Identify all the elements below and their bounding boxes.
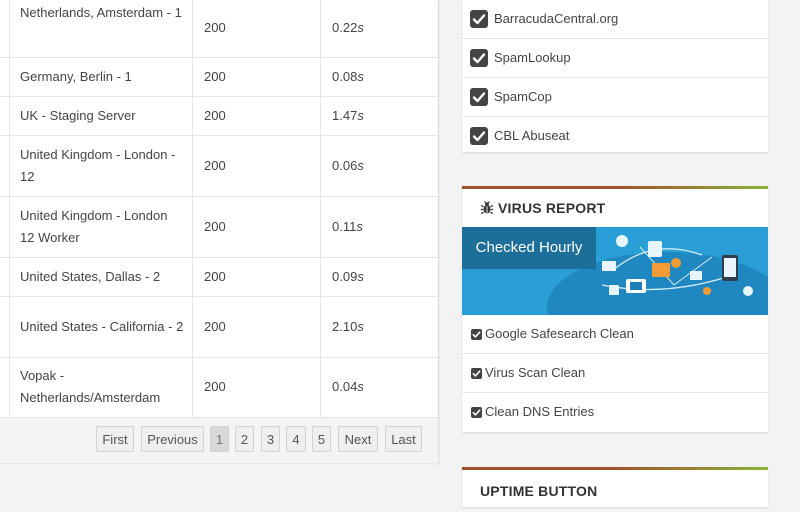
http-status: 200: [192, 0, 321, 58]
virus-report-heading: VIRUS REPORT: [462, 189, 768, 227]
next-page-button[interactable]: Next: [338, 426, 378, 452]
checkbox-checked-icon: [470, 88, 488, 106]
server-location: United States, Dallas - 2: [9, 257, 193, 297]
server-results-table: Netherlands, Amsterdam - 1 200 0.22s Ger…: [0, 0, 438, 418]
banner-tag: Checked Hourly: [462, 227, 596, 269]
table-row: United Kingdom - London - 12 200 0.06s: [0, 135, 438, 197]
server-location: Germany, Berlin - 1: [9, 57, 193, 97]
http-status: 200: [192, 57, 321, 97]
http-status: 200: [192, 257, 321, 297]
table-row: Netherlands, Amsterdam - 1 200 0.22s: [0, 0, 438, 58]
http-status: 200: [192, 357, 321, 418]
previous-page-button[interactable]: Previous: [141, 426, 204, 452]
checkbox-checked-icon: [470, 10, 488, 28]
virus-check-item: Clean DNS Entries: [462, 393, 768, 431]
table-row: UK - Staging Server 200 1.47s: [0, 96, 438, 136]
server-location: United Kingdom - London - 12: [9, 135, 193, 197]
response-time: 0.06s: [320, 135, 438, 197]
uptime-button-panel: UPTIME BUTTON: [462, 467, 768, 507]
virus-check-item: Virus Scan Clean: [462, 354, 768, 393]
http-status: 200: [192, 196, 321, 258]
virus-check-label: Virus Scan Clean: [485, 365, 586, 380]
checked-hourly-banner: Checked Hourly: [462, 227, 768, 315]
bug-icon: [480, 201, 494, 215]
checkbox-checked-icon: [470, 49, 488, 67]
checkbox-checked-icon: [471, 407, 482, 418]
response-time: 0.09s: [320, 257, 438, 297]
virus-check-label: Clean DNS Entries: [485, 404, 595, 419]
virus-check-item: Google Safesearch Clean: [462, 315, 768, 354]
blacklist-label: SpamLookup: [494, 50, 571, 65]
response-time: 0.08s: [320, 57, 438, 97]
server-results-panel: Netherlands, Amsterdam - 1 200 0.22s Ger…: [0, 0, 439, 463]
checkbox-checked-icon: [471, 329, 482, 340]
virus-check-label: Google Safesearch Clean: [485, 326, 634, 341]
http-status: 200: [192, 96, 321, 136]
checkbox-checked-icon: [471, 368, 482, 379]
blacklist-item: CBL Abuseat: [462, 117, 768, 155]
page-3-button[interactable]: 3: [261, 426, 280, 452]
page-1-button[interactable]: 1: [210, 426, 229, 452]
http-status: 200: [192, 135, 321, 197]
page-4-button[interactable]: 4: [286, 426, 306, 452]
blacklist-label: SpamCop: [494, 89, 552, 104]
table-row: United Kingdom - London 12 Worker 200 0.…: [0, 196, 438, 258]
virus-report-title: VIRUS REPORT: [498, 200, 606, 216]
virus-report-panel: VIRUS REPORT Checked Hourly Google Safes…: [462, 186, 768, 432]
table-row: Germany, Berlin - 1 200 0.08s: [0, 57, 438, 97]
response-time: 2.10s: [320, 296, 438, 358]
last-page-button[interactable]: Last: [385, 426, 422, 452]
blacklist-item: BarracudaCentral.org: [462, 0, 768, 39]
server-location: Vopak - Netherlands/Amsterdam: [9, 357, 193, 418]
http-status: 200: [192, 296, 321, 358]
blacklist-item: SpamLookup: [462, 39, 768, 78]
table-row: United States, Dallas - 2 200 0.09s: [0, 257, 438, 297]
pagination: First Previous 1 2 3 4 5 Next Last: [0, 417, 438, 463]
blacklist-label: CBL Abuseat: [494, 128, 570, 143]
response-time: 0.22s: [320, 0, 438, 58]
table-row: Vopak - Netherlands/Amsterdam 200 0.04s: [0, 357, 438, 418]
first-page-button[interactable]: First: [96, 426, 134, 452]
checkbox-checked-icon: [470, 127, 488, 145]
server-location: United Kingdom - London 12 Worker: [9, 196, 193, 258]
page-2-button[interactable]: 2: [235, 426, 254, 452]
page-5-button[interactable]: 5: [312, 426, 331, 452]
blacklist-label: BarracudaCentral.org: [494, 11, 619, 26]
blacklist-panel: BarracudaCentral.org SpamLookup SpamCop …: [462, 0, 768, 152]
response-time: 0.11s: [320, 196, 438, 258]
uptime-button-title: UPTIME BUTTON: [480, 483, 598, 499]
table-row: United States - California - 2 200 2.10s: [0, 296, 438, 358]
server-location: Netherlands, Amsterdam - 1: [9, 0, 193, 58]
response-time: 0.04s: [320, 357, 438, 418]
response-time: 1.47s: [320, 96, 438, 136]
blacklist-item: SpamCop: [462, 78, 768, 117]
server-location: United States - California - 2: [9, 296, 193, 358]
server-location: UK - Staging Server: [9, 96, 193, 136]
